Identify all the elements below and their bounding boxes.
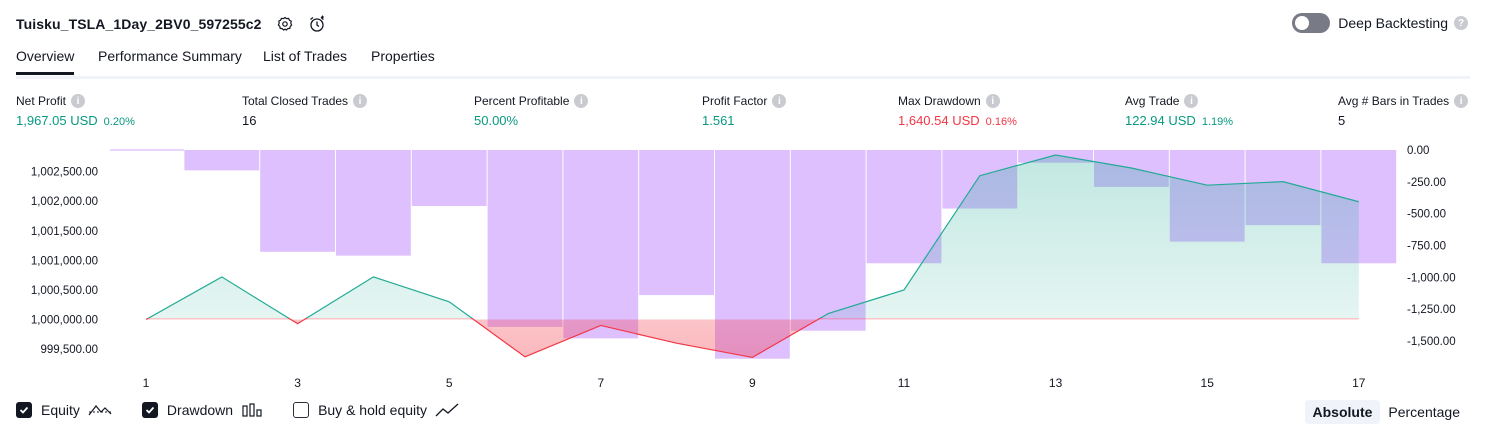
- metric-label: Profit Factor: [702, 94, 768, 108]
- metric-avg-trade: Avg Trade i 122.94 USD 1.19%: [1125, 93, 1233, 129]
- scale-mode-switch: Absolute Percentage: [1304, 400, 1469, 424]
- info-icon[interactable]: i: [353, 94, 368, 108]
- info-icon[interactable]: i: [772, 94, 787, 108]
- info-icon[interactable]: i: [1184, 94, 1199, 108]
- metric-label: Avg # Bars in Trades: [1338, 94, 1450, 108]
- info-icon[interactable]: i: [1454, 94, 1469, 108]
- buy-hold-checkbox[interactable]: [293, 402, 310, 418]
- metric-avg-bars-in-trades: Avg # Bars in Trades i 5: [1338, 93, 1469, 129]
- metric-value: 1,967.05 USD: [16, 113, 98, 128]
- toggle-knob: [1295, 16, 1310, 30]
- x-tick-label: 1: [143, 376, 150, 390]
- deep-backtesting-toggle[interactable]: [1292, 13, 1331, 33]
- left-tick-label: 1,001,000.00: [31, 255, 98, 267]
- chart-legend: Equity Drawdown Buy & hold equity: [16, 402, 489, 418]
- metric-profit-factor: Profit Factor i 1.561: [702, 93, 787, 129]
- settings-icon[interactable]: [276, 15, 294, 33]
- tab-properties[interactable]: Properties: [371, 48, 435, 74]
- metric-value: 5: [1338, 113, 1346, 128]
- metric-percent: 1.19%: [1201, 116, 1234, 128]
- left-axis: 1,002,500.00 1,002,000.00 1,001,500.00 1,00…: [31, 167, 98, 357]
- left-tick-label: 1,000,500.00: [31, 285, 98, 297]
- metric-max-drawdown: Max Drawdown i 1,640.54 USD 0.16%: [898, 93, 1017, 129]
- metric-net-profit: Net Profit i 1,967.05 USD 0.20%: [16, 93, 135, 129]
- absolute-mode-button[interactable]: Absolute: [1304, 400, 1381, 424]
- tab-list-of-trades[interactable]: List of Trades: [263, 48, 347, 74]
- metric-value: 50.00%: [474, 113, 519, 128]
- metric-label: Max Drawdown: [898, 94, 981, 108]
- legend-drawdown-label: Drawdown: [166, 402, 234, 418]
- right-tick-label: -250.00: [1407, 177, 1446, 189]
- x-tick-label: 13: [1049, 376, 1063, 390]
- percentage-mode-button[interactable]: Percentage: [1380, 400, 1468, 424]
- strategy-title: Tuisku_TSLA_1Day_2BV0_597255c2: [16, 16, 262, 32]
- tab-bar: Overview Performance Summary List of Tra…: [16, 46, 1470, 79]
- x-tick-label: 3: [294, 376, 301, 390]
- equity-drawdown-chart[interactable]: 1,002,500.00 1,002,000.00 1,001,500.00 1,00…: [0, 140, 1486, 395]
- metric-value: 16: [242, 113, 257, 128]
- metric-label: Avg Trade: [1125, 94, 1180, 108]
- help-icon[interactable]: ?: [1454, 16, 1468, 30]
- legend-equity[interactable]: Equity: [16, 402, 112, 418]
- drawdown-bar: [866, 150, 942, 264]
- metric-label: Percent Profitable: [474, 94, 570, 108]
- drawdown-bar: [411, 150, 487, 206]
- left-tick-label: 999,500.00: [40, 344, 98, 356]
- info-icon[interactable]: i: [71, 94, 86, 108]
- legend-equity-label: Equity: [41, 402, 80, 418]
- deep-backtesting-label: Deep Backtesting: [1338, 15, 1448, 31]
- left-tick-label: 1,000,000.00: [31, 315, 98, 327]
- equity-line-icon: [88, 402, 112, 418]
- x-tick-label: 11: [898, 376, 911, 390]
- right-axis: 0.00 -250.00 -500.00 -750.00 -1,000.00 -1,250…: [1407, 145, 1456, 348]
- tab-performance-summary[interactable]: Performance Summary: [98, 48, 242, 74]
- x-tick-label: 17: [1352, 376, 1366, 390]
- metric-label: Net Profit: [16, 94, 67, 108]
- right-tick-label: -500.00: [1407, 209, 1446, 221]
- info-icon[interactable]: i: [985, 94, 1000, 108]
- metric-value: 122.94 USD: [1125, 113, 1196, 128]
- x-tick-label: 9: [749, 376, 756, 390]
- drawdown-bar: [563, 150, 639, 339]
- x-tick-label: 5: [446, 376, 453, 390]
- x-tick-label: 15: [1201, 376, 1215, 390]
- drawdown-bar: [260, 150, 335, 252]
- x-axis: 1 3 5 7 9 11 13 15 17: [143, 376, 1366, 390]
- left-tick-label: 1,002,500.00: [31, 167, 98, 179]
- metric-value: 1.561: [702, 113, 735, 128]
- legend-drawdown[interactable]: Drawdown: [141, 402, 263, 418]
- x-tick-label: 7: [597, 376, 604, 390]
- equity-checkbox[interactable]: [16, 402, 32, 418]
- right-tick-label: 0.00: [1407, 145, 1429, 157]
- info-icon[interactable]: i: [574, 94, 589, 108]
- drawdown-bar: [639, 150, 714, 296]
- left-tick-label: 1,001,500.00: [31, 226, 98, 238]
- legend-buy-hold-label: Buy & hold equity: [318, 402, 428, 418]
- drawdown-bar: [487, 150, 563, 327]
- metric-percent-profitable: Percent Profitable i 50.00%: [474, 93, 589, 129]
- drawdown-checkbox[interactable]: [141, 402, 158, 418]
- deep-backtesting: Deep Backtesting ?: [1292, 13, 1468, 33]
- drawdown-bar: [184, 150, 260, 171]
- drawdown-bars-icon: [241, 402, 263, 418]
- metric-percent: 0.16%: [985, 116, 1017, 128]
- strategy-header: Tuisku_TSLA_1Day_2BV0_597255c2: [16, 13, 326, 35]
- right-tick-label: -1,250.00: [1407, 304, 1456, 316]
- metric-total-closed-trades: Total Closed Trades i 16: [242, 93, 368, 129]
- metric-value: 1,640.54 USD: [898, 113, 980, 128]
- buy-hold-line-icon: [435, 402, 459, 418]
- drawdown-bar: [790, 150, 866, 331]
- alarm-clock-icon[interactable]: [308, 15, 326, 33]
- right-tick-label: -1,500.00: [1407, 336, 1456, 348]
- tab-overview[interactable]: Overview: [16, 48, 75, 75]
- right-tick-label: -1,000.00: [1407, 272, 1456, 284]
- legend-buy-hold[interactable]: Buy & hold equity: [293, 402, 459, 418]
- metric-label: Total Closed Trades: [242, 94, 349, 108]
- right-tick-label: -750.00: [1407, 240, 1446, 252]
- drawdown-bar: [336, 150, 411, 256]
- metric-percent: 0.20%: [103, 116, 135, 128]
- left-tick-label: 1,002,000.00: [31, 196, 98, 208]
